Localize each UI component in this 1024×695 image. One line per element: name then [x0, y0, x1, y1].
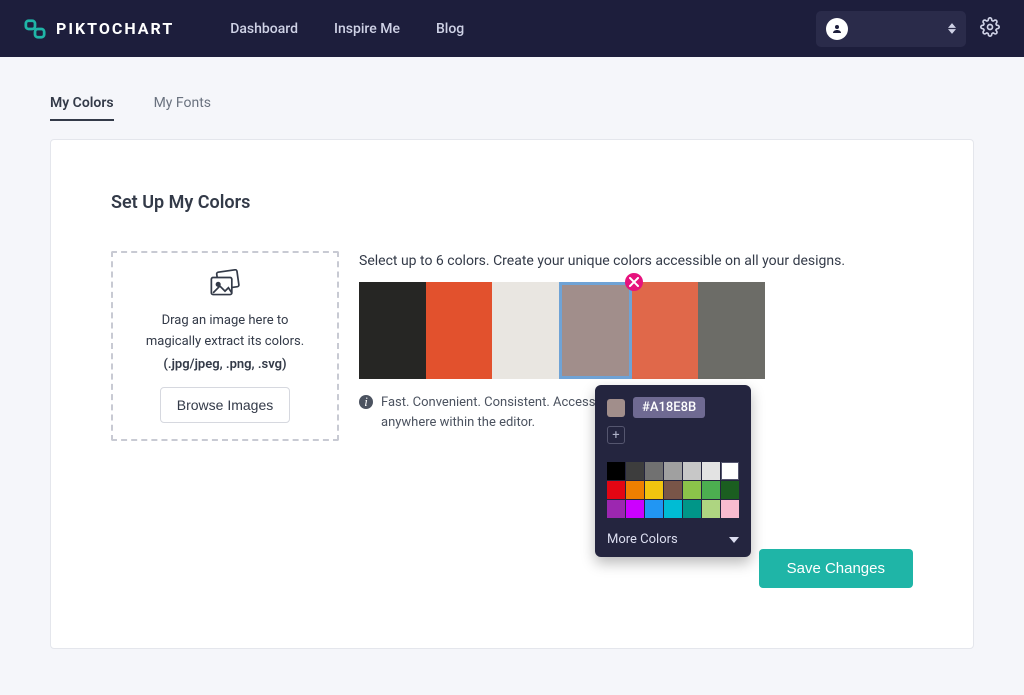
save-changes-button[interactable]: Save Changes — [759, 549, 913, 588]
topbar-right — [816, 11, 1000, 47]
palette-swatch[interactable] — [698, 282, 765, 379]
preset-color-swatch[interactable] — [607, 481, 625, 499]
remove-color-button[interactable] — [625, 273, 643, 291]
chevron-sort-icon — [948, 23, 956, 34]
tab-my-fonts[interactable]: My Fonts — [154, 95, 211, 121]
preset-color-swatch[interactable] — [626, 481, 644, 499]
preset-color-swatch[interactable] — [664, 481, 682, 499]
close-icon — [629, 277, 639, 287]
images-icon — [207, 269, 243, 300]
person-icon — [831, 23, 843, 35]
nav-dashboard[interactable]: Dashboard — [230, 21, 298, 37]
preset-color-swatch[interactable] — [645, 500, 663, 518]
preset-color-swatch[interactable] — [702, 500, 720, 518]
preset-color-swatch[interactable] — [626, 500, 644, 518]
add-swatch-button[interactable]: + — [607, 426, 625, 444]
preset-color-swatch[interactable] — [626, 462, 644, 480]
preset-color-swatch[interactable] — [664, 500, 682, 518]
preset-color-grid — [607, 462, 739, 518]
color-palette — [359, 282, 765, 379]
avatar — [826, 18, 848, 40]
more-colors-toggle[interactable]: More Colors — [607, 532, 739, 547]
palette-instruction: Select up to 6 colors. Create your uniqu… — [359, 251, 913, 272]
section-title: Set Up My Colors — [111, 192, 913, 213]
brand-name: PIKTOCHART — [56, 19, 174, 38]
preset-color-swatch[interactable] — [645, 481, 663, 499]
content-card: Set Up My Colors Drag an image here to m… — [50, 139, 974, 649]
preset-color-swatch[interactable] — [664, 462, 682, 480]
dropzone-formats: (.jpg/jpeg, .png, .svg) — [163, 354, 286, 375]
nav-blog[interactable]: Blog — [436, 21, 464, 37]
preset-color-swatch[interactable] — [683, 500, 701, 518]
palette-swatch[interactable] — [359, 282, 426, 379]
preset-color-swatch[interactable] — [721, 500, 739, 518]
more-colors-label: More Colors — [607, 532, 678, 547]
preset-color-swatch[interactable] — [683, 462, 701, 480]
preset-color-swatch[interactable] — [607, 500, 625, 518]
palette-swatch[interactable] — [492, 282, 559, 379]
palette-swatch[interactable] — [426, 282, 493, 379]
chevron-down-icon — [729, 537, 739, 543]
nav-links: Dashboard Inspire Me Blog — [230, 21, 464, 37]
preset-color-swatch[interactable] — [645, 462, 663, 480]
top-nav: PIKTOCHART Dashboard Inspire Me Blog — [0, 0, 1024, 57]
account-dropdown[interactable] — [816, 11, 966, 47]
image-dropzone[interactable]: Drag an image here to magically extract … — [111, 251, 339, 441]
current-color-swatch[interactable] — [607, 399, 625, 417]
logo-icon — [24, 18, 46, 40]
gear-icon — [980, 17, 1000, 37]
preset-color-swatch[interactable] — [607, 462, 625, 480]
brand-logo[interactable]: PIKTOCHART — [24, 18, 174, 40]
sub-tabs: My Colors My Fonts — [0, 57, 1024, 121]
preset-color-swatch[interactable] — [721, 462, 739, 480]
preset-color-swatch[interactable] — [683, 481, 701, 499]
preset-color-swatch[interactable] — [721, 481, 739, 499]
color-picker-popup: #A18E8B + More Colors — [595, 385, 751, 557]
browse-images-button[interactable]: Browse Images — [160, 387, 290, 423]
preset-color-swatch[interactable] — [702, 462, 720, 480]
tab-my-colors[interactable]: My Colors — [50, 95, 114, 121]
dropzone-text2: magically extract its colors. — [146, 331, 304, 352]
preset-color-swatch[interactable] — [702, 481, 720, 499]
settings-button[interactable] — [980, 17, 1000, 41]
info-icon: i — [359, 395, 373, 409]
palette-swatch[interactable] — [632, 282, 699, 379]
palette-swatch[interactable] — [559, 282, 632, 379]
nav-inspire[interactable]: Inspire Me — [334, 21, 400, 37]
hex-input[interactable]: #A18E8B — [633, 397, 705, 418]
dropzone-text1: Drag an image here to — [162, 310, 289, 331]
